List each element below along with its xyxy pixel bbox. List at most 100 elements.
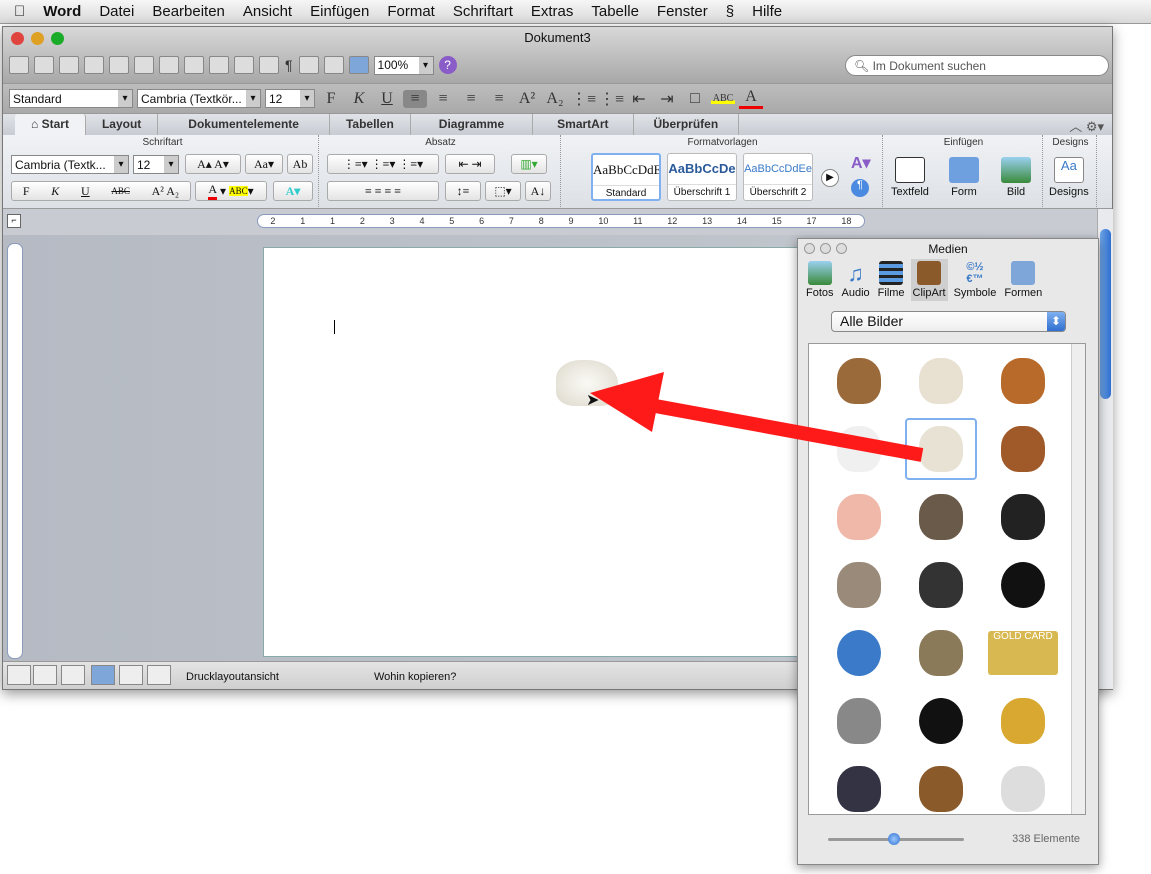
menu-bearbeiten[interactable]: Bearbeiten — [152, 3, 225, 20]
columns-button[interactable]: ▥▾ — [511, 154, 547, 174]
font-style-buttons[interactable]: F K U ABC A² A₂ — [11, 181, 191, 201]
notebook-view-icon[interactable] — [119, 665, 143, 685]
cut-icon[interactable] — [134, 56, 154, 74]
clipart-dog[interactable] — [905, 350, 977, 412]
borders-button[interactable]: ⬚▾ — [485, 181, 521, 201]
line-spacing-button[interactable]: ↕≡ — [445, 181, 481, 201]
tab-ueberpruefen[interactable]: Überprüfen — [634, 114, 740, 135]
vertical-ruler[interactable] — [7, 243, 23, 659]
clipart-horse[interactable] — [987, 418, 1059, 480]
menu-einfuegen[interactable]: Einfügen — [310, 3, 369, 20]
media-tab-fotos[interactable]: Fotos — [804, 259, 836, 301]
horizontal-ruler[interactable]: 2 1 1 2 3 4 5 6 7 8 9 10 11 12 13 14 15 17 18 — [257, 214, 865, 228]
designs-button[interactable]: Aa Designs — [1049, 157, 1089, 198]
undo-icon[interactable] — [234, 56, 254, 74]
clipart-scrollbar[interactable] — [1071, 344, 1085, 814]
border-icon[interactable]: □ — [683, 90, 707, 108]
clipart-donkey[interactable] — [905, 486, 977, 548]
clipart-keyboard[interactable] — [987, 758, 1059, 814]
pilcrow-icon[interactable]: ¶ — [284, 53, 294, 77]
style-heading-1[interactable]: AaBbCcDe Überschrift 1 — [667, 153, 737, 201]
sort-button[interactable]: A↓ — [525, 181, 551, 201]
clipart-hen[interactable] — [987, 350, 1059, 412]
shape-button[interactable]: Form — [949, 157, 979, 198]
sidebar-icon[interactable] — [298, 56, 319, 74]
tab-dokumentelemente[interactable]: Dokumentelemente — [158, 114, 330, 135]
menu-datei[interactable]: Datei — [99, 3, 134, 20]
size-select[interactable]: 12 — [265, 89, 315, 108]
align-center-icon[interactable]: ≡ — [431, 90, 455, 108]
italic-button[interactable]: K — [347, 90, 371, 108]
font-color-icon[interactable]: A — [739, 88, 763, 109]
clipart-cat[interactable] — [823, 554, 895, 616]
gallery-icon[interactable] — [323, 56, 344, 74]
clipart-cash-tray[interactable] — [823, 758, 895, 814]
align-right-icon[interactable]: ≡ — [459, 90, 483, 108]
script-menu-icon[interactable]: § — [726, 3, 734, 20]
grow-shrink-font-buttons[interactable]: A▴ A▾ — [185, 154, 241, 174]
tab-tabellen[interactable]: Tabellen — [330, 114, 411, 135]
clipart-cash-drawer[interactable] — [905, 554, 977, 616]
increase-indent-icon[interactable]: ⇥ — [655, 89, 679, 109]
menu-hilfe[interactable]: Hilfe — [752, 3, 782, 20]
underline-button[interactable]: U — [375, 90, 399, 108]
font-select[interactable]: Cambria (Textkör... — [137, 89, 261, 108]
ribbon-settings-icon[interactable]: ︿ ⚙▾ — [1069, 116, 1104, 135]
media-tab-audio[interactable]: ♫ Audio — [840, 259, 872, 301]
menu-word[interactable]: Word — [43, 3, 81, 20]
style-effects-icon[interactable]: A▾ — [851, 153, 871, 173]
numbered-list-icon[interactable]: ⋮≡ — [571, 89, 596, 109]
subscript-icon[interactable]: A₂ — [543, 90, 567, 108]
clipart-watering-can[interactable] — [823, 690, 895, 752]
open-icon[interactable] — [59, 56, 79, 74]
tab-layout[interactable]: Layout — [86, 114, 159, 135]
publishing-view-icon[interactable] — [61, 665, 85, 685]
clipart-gold-card[interactable]: GOLD CARD — [987, 622, 1059, 684]
tab-start[interactable]: ⌂ Start — [15, 114, 86, 135]
next-styles-icon[interactable]: ▶ — [821, 169, 839, 187]
align-left-icon[interactable]: ≡ — [403, 89, 427, 108]
style-standard[interactable]: AaBbCcDdEe Standard — [591, 153, 661, 201]
apple-menu[interactable]:  — [14, 3, 25, 20]
menu-schriftart[interactable]: Schriftart — [453, 3, 513, 20]
clipart-pig[interactable] — [823, 486, 895, 548]
print-layout-view-icon[interactable] — [91, 665, 115, 685]
document-page[interactable]: ➤ — [263, 247, 803, 657]
clipart-hourglass[interactable] — [905, 758, 977, 814]
redo-icon[interactable] — [259, 56, 279, 74]
print-icon[interactable] — [109, 56, 129, 74]
style-select[interactable]: Standard — [9, 89, 133, 108]
superscript-icon[interactable]: A² — [515, 90, 539, 108]
save-icon[interactable] — [84, 56, 104, 74]
picture-button[interactable]: Bild — [1001, 157, 1031, 198]
clipart-duck[interactable] — [823, 418, 895, 480]
search-input[interactable]: 🔍︎ Im Dokument suchen — [845, 55, 1109, 76]
slider-knob[interactable] — [888, 833, 900, 845]
category-select[interactable]: Alle Bilder — [831, 311, 1066, 332]
format-painter-icon[interactable] — [209, 56, 229, 74]
outline-view-icon[interactable] — [33, 665, 57, 685]
copy-icon[interactable] — [159, 56, 179, 74]
clipart-cow[interactable] — [987, 486, 1059, 548]
new-document-icon[interactable] — [9, 56, 29, 74]
paste-icon[interactable] — [184, 56, 204, 74]
thumbnail-size-slider[interactable] — [828, 833, 964, 845]
scrollbar-thumb[interactable] — [1100, 229, 1111, 399]
bold-button[interactable]: F — [319, 90, 343, 108]
clipart-sheep[interactable] — [905, 418, 977, 480]
media-tab-formen[interactable]: Formen — [1002, 259, 1044, 301]
tab-diagramme[interactable]: Diagramme — [411, 114, 534, 135]
clipart-coin-jar[interactable] — [905, 622, 977, 684]
menu-tabelle[interactable]: Tabelle — [591, 3, 639, 20]
clipart-rabbit[interactable] — [823, 350, 895, 412]
indent-buttons[interactable]: ⇤ ⇥ — [445, 154, 495, 174]
media-tab-filme[interactable]: Filme — [876, 259, 907, 301]
menu-fenster[interactable]: Fenster — [657, 3, 708, 20]
draft-view-icon[interactable] — [7, 665, 31, 685]
styles-pane-icon[interactable]: ¶ — [851, 179, 869, 197]
clear-formatting-button[interactable]: Ab — [287, 154, 313, 174]
decrease-indent-icon[interactable]: ⇤ — [627, 89, 651, 109]
zoom-select[interactable]: 100% — [373, 55, 434, 75]
media-browser-icon[interactable] — [348, 56, 369, 74]
media-tab-clipart[interactable]: ClipArt — [910, 259, 948, 301]
